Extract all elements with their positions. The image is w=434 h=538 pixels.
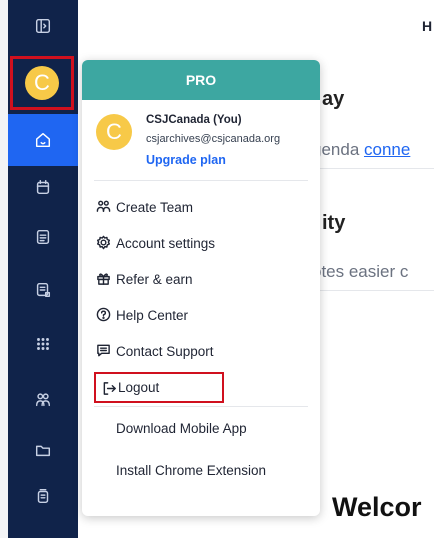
download-mobile-app-link[interactable]: Download Mobile App: [82, 407, 320, 449]
install-chrome-extension-link[interactable]: Install Chrome Extension: [82, 449, 320, 491]
connect-link[interactable]: conne: [364, 140, 410, 159]
avatar: C: [96, 114, 132, 150]
menu-items: Create Team Account settings Refer & ear…: [82, 181, 320, 403]
calendar-icon: [36, 179, 50, 195]
avatar: C: [25, 66, 59, 100]
people-icon: [96, 200, 111, 212]
menu-item-label: Account settings: [116, 235, 216, 251]
grid-dots-icon: [37, 338, 49, 350]
divider: [310, 290, 434, 291]
divider: [310, 168, 434, 169]
gear-icon: [96, 235, 111, 250]
profile-summary: C CSJCanada (You) csjarchives@csjcanada.…: [82, 100, 320, 180]
notes-list-icon: [36, 282, 51, 298]
menu-item-label: Contact Support: [116, 343, 214, 359]
sidebar-item-stack[interactable]: [8, 470, 78, 522]
profile-menu: PRO C CSJCanada (You) csjarchives@csjcan…: [82, 60, 320, 516]
section-title-today: ay: [322, 88, 345, 110]
sidebar-item-notes[interactable]: [8, 264, 78, 316]
welcome-heading: Welcor: [332, 492, 422, 522]
plan-badge: PRO: [82, 60, 320, 100]
menu-item-help-center[interactable]: Help Center: [82, 297, 320, 333]
sidebar-item-folders[interactable]: [8, 424, 78, 476]
page-header-letter: H: [422, 18, 433, 34]
team-icon: [35, 393, 51, 407]
gift-icon: [97, 273, 110, 285]
agenda-text: genda conne: [312, 140, 410, 160]
sidebar-item-team[interactable]: [8, 374, 78, 426]
menu-item-refer-earn[interactable]: Refer & earn: [82, 261, 320, 297]
menu-item-label: Help Center: [116, 307, 189, 323]
stack-icon: [37, 488, 49, 504]
panel-toggle-icon: [35, 18, 51, 34]
menu-item-label: Create Team: [116, 199, 194, 215]
chat-icon: [97, 344, 110, 357]
document-icon: [36, 229, 50, 245]
upgrade-plan-link[interactable]: Upgrade plan: [146, 153, 226, 167]
sidebar-item-home[interactable]: [8, 114, 78, 166]
help-icon: [96, 307, 111, 322]
user-email: csjarchives@csjcanada.org: [146, 133, 281, 145]
collapse-sidebar-button[interactable]: [8, 0, 78, 52]
folder-icon: [35, 445, 51, 457]
avatar-button[interactable]: C: [10, 56, 74, 110]
menu-item-logout[interactable]: Logout: [94, 372, 224, 403]
sidebar-item-documents[interactable]: [8, 211, 78, 263]
menu-item-label: Refer & earn: [116, 271, 193, 287]
sidebar: C: [0, 0, 78, 538]
notes-text: otes easier c: [312, 262, 409, 281]
menu-item-account-settings[interactable]: Account settings: [82, 225, 320, 261]
menu-item-contact-support[interactable]: Contact Support: [82, 333, 320, 369]
logout-icon: [103, 382, 116, 395]
menu-item-label: Logout: [118, 380, 160, 395]
menu-item-create-team[interactable]: Create Team: [82, 189, 320, 225]
home-icon: [35, 132, 51, 148]
sidebar-item-calendar[interactable]: [8, 161, 78, 213]
section-title-activity: ity: [322, 212, 346, 234]
sidebar-item-apps[interactable]: [8, 318, 78, 370]
user-name: CSJCanada (You): [146, 114, 242, 126]
